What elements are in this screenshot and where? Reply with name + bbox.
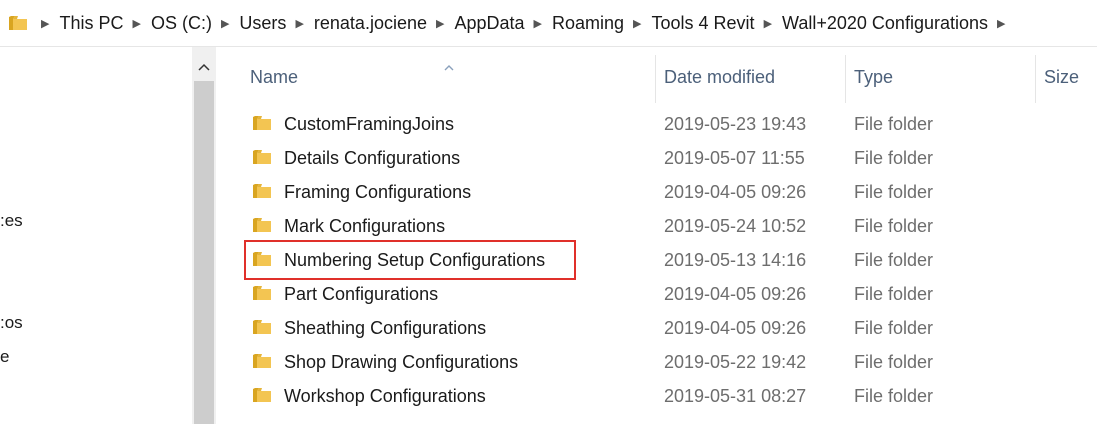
file-type: File folder (854, 352, 934, 372)
table-row[interactable]: Details Configurations 2019-05-07 11:55 Fi… (216, 142, 1097, 176)
column-date-modified[interactable]: Date modified (664, 47, 775, 107)
date-modified: 2019-05-31 08:27 (664, 386, 807, 406)
folder-icon (8, 14, 28, 32)
chevron-right-icon[interactable]: ▶ (764, 17, 772, 30)
file-name[interactable]: CustomFramingJoins (284, 114, 454, 135)
breadcrumb-item[interactable]: Users (239, 13, 286, 34)
folder-icon (252, 250, 272, 273)
vertical-scrollbar[interactable] (192, 47, 216, 424)
nav-item-fragment[interactable]: :os (0, 313, 23, 333)
nav-item-fragment[interactable]: :es (0, 211, 23, 231)
breadcrumb-item[interactable]: AppData (454, 13, 524, 34)
column-name[interactable]: Name (250, 47, 298, 107)
file-type: File folder (854, 284, 934, 304)
table-row[interactable]: Framing Configurations 2019-04-05 09:26 Fi… (216, 176, 1097, 210)
file-type: File folder (854, 182, 934, 202)
folder-icon (252, 284, 272, 307)
date-modified: 2019-04-05 09:26 (664, 182, 807, 202)
breadcrumb-item[interactable]: Wall+2020 Configurations (782, 13, 988, 34)
sort-ascending-icon (444, 58, 454, 76)
table-row[interactable]: Shop Drawing Configurations 2019-05-22 19… (216, 346, 1097, 380)
navigation-pane[interactable]: :es :os e (0, 47, 192, 424)
table-row[interactable]: Mark Configurations 2019-05-24 10:52 File … (216, 210, 1097, 244)
scroll-up-icon[interactable] (192, 55, 216, 79)
chevron-right-icon[interactable]: ▶ (436, 17, 444, 30)
folder-icon (252, 148, 272, 171)
date-modified: 2019-05-24 10:52 (664, 216, 807, 236)
nav-item-fragment[interactable]: e (0, 347, 9, 367)
date-modified: 2019-05-23 19:43 (664, 114, 807, 134)
file-name[interactable]: Details Configurations (284, 148, 460, 169)
file-type: File folder (854, 216, 934, 236)
table-row[interactable]: CustomFramingJoins 2019-05-23 19:43 File f… (216, 108, 1097, 142)
file-name[interactable]: Mark Configurations (284, 216, 445, 237)
scrollbar-thumb[interactable] (194, 81, 214, 424)
chevron-right-icon[interactable]: ▶ (221, 17, 229, 30)
breadcrumb-item[interactable]: Tools 4 Revit (652, 13, 755, 34)
file-type: File folder (854, 386, 934, 406)
folder-icon (252, 318, 272, 341)
table-row[interactable]: Part Configurations 2019-04-05 09:26 File … (216, 278, 1097, 312)
chevron-right-icon[interactable]: ▶ (534, 17, 542, 30)
breadcrumb-item[interactable]: Roaming (552, 13, 624, 34)
chevron-right-icon[interactable]: ▶ (295, 17, 303, 30)
column-type[interactable]: Type (854, 47, 893, 107)
breadcrumb: ▶ This PC ▶ OS (C:) ▶ Users ▶ renata.jociene ▶ Ap… (32, 13, 988, 34)
chevron-right-icon[interactable]: ▶ (41, 17, 49, 30)
chevron-right-icon[interactable]: ▶ (633, 17, 641, 30)
date-modified: 2019-04-05 09:26 (664, 284, 807, 304)
breadcrumb-item[interactable]: This PC (59, 13, 123, 34)
table-row[interactable]: Numbering Setup Configurations 2019-05-13… (216, 244, 1097, 278)
chevron-right-icon[interactable]: ▶ (132, 17, 140, 30)
file-name[interactable]: Sheathing Configurations (284, 318, 486, 339)
folder-icon (252, 352, 272, 375)
column-divider[interactable] (845, 55, 846, 103)
column-divider[interactable] (655, 55, 656, 103)
file-name[interactable]: Workshop Configurations (284, 386, 486, 407)
column-header: Name Date modified Type Size (216, 47, 1097, 107)
file-type: File folder (854, 250, 934, 270)
file-name[interactable]: Framing Configurations (284, 182, 471, 203)
breadcrumb-item[interactable]: renata.jociene (314, 13, 427, 34)
date-modified: 2019-05-22 19:42 (664, 352, 807, 372)
folder-icon (252, 182, 272, 205)
file-type: File folder (854, 148, 934, 168)
table-row[interactable]: Workshop Configurations 2019-05-31 08:27 F… (216, 380, 1097, 414)
date-modified: 2019-04-05 09:26 (664, 318, 807, 338)
date-modified: 2019-05-07 11:55 (664, 148, 805, 168)
folder-icon (252, 216, 272, 239)
file-type: File folder (854, 114, 934, 134)
file-type: File folder (854, 318, 934, 338)
file-name[interactable]: Part Configurations (284, 284, 438, 305)
table-row[interactable]: Sheathing Configurations 2019-04-05 09:26… (216, 312, 1097, 346)
column-divider[interactable] (1035, 55, 1036, 103)
column-size[interactable]: Size (1044, 47, 1079, 107)
folder-icon (252, 386, 272, 409)
address-bar[interactable]: ▶ This PC ▶ OS (C:) ▶ Users ▶ renata.jociene ▶ Ap… (0, 0, 1097, 47)
folder-icon (252, 114, 272, 137)
file-name[interactable]: Shop Drawing Configurations (284, 352, 518, 373)
breadcrumb-item[interactable]: OS (C:) (151, 13, 212, 34)
chevron-right-icon[interactable]: ▶ (997, 17, 1005, 30)
date-modified: 2019-05-13 14:16 (664, 250, 807, 270)
file-name[interactable]: Numbering Setup Configurations (284, 250, 545, 271)
